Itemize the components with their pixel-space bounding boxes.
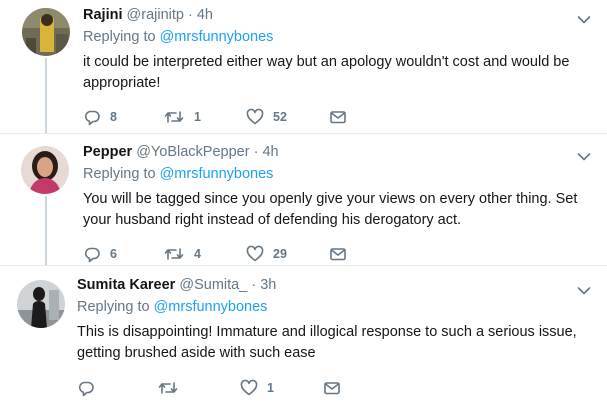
reply-button[interactable] xyxy=(77,378,104,398)
replying-to-label: Replying to xyxy=(83,29,156,45)
envelope-icon xyxy=(323,379,341,397)
thread-line xyxy=(45,196,47,266)
mention-link[interactable]: @mrsfunnybones xyxy=(160,166,274,182)
user-name[interactable]: Pepper xyxy=(83,144,132,160)
retweet-count: 4 xyxy=(194,247,201,261)
dm-button[interactable] xyxy=(329,107,347,127)
user-name[interactable]: Rajini xyxy=(83,7,122,23)
replying-to: Replying to @mrsfunnybones xyxy=(83,165,587,184)
envelope-icon xyxy=(329,108,347,126)
tweet-header: Sumita Kareer @Sumita_ · 3h xyxy=(77,276,587,295)
retweet-icon xyxy=(163,108,185,126)
retweet-button[interactable]: 4 xyxy=(163,244,201,264)
tweet-text: This is disappointing! Immature and illo… xyxy=(77,324,577,361)
retweet-button[interactable]: 1 xyxy=(163,107,201,127)
tweet-header: Rajini @rajinitp · 4h xyxy=(83,6,587,25)
mention-link[interactable]: @mrsfunnybones xyxy=(160,29,274,45)
tweet-text: You will be tagged since you openly give… xyxy=(83,191,578,228)
reply-icon xyxy=(83,245,101,263)
reply-icon xyxy=(83,108,101,126)
user-handle[interactable]: @rajinitp xyxy=(127,7,184,23)
like-count: 1 xyxy=(267,381,274,395)
tweet-text: it could be interpreted either way but a… xyxy=(83,54,570,91)
replying-to-label: Replying to xyxy=(77,299,150,315)
dm-button[interactable] xyxy=(323,378,341,398)
thread-line xyxy=(45,58,47,133)
heart-icon xyxy=(246,108,264,126)
avatar[interactable] xyxy=(21,146,69,194)
heart-icon xyxy=(246,245,264,263)
reply-button[interactable]: 6 xyxy=(83,244,117,264)
reply-count: 6 xyxy=(110,247,117,261)
like-count: 29 xyxy=(273,247,287,261)
separator: · xyxy=(251,277,257,293)
retweet-count: 1 xyxy=(194,110,201,124)
tweet-pepper[interactable]: Pepper @YoBlackPepper · 4h Replying to @… xyxy=(0,133,607,266)
tweet-content: Rajini @rajinitp · 4h Replying to @mrsfu… xyxy=(83,6,587,94)
tweet-content: Pepper @YoBlackPepper · 4h Replying to @… xyxy=(83,143,587,231)
retweet-icon xyxy=(163,245,185,263)
tweet-sumita-kareer[interactable]: Sumita Kareer @Sumita_ · 3h Replying to … xyxy=(0,265,607,409)
tweet-content: Sumita Kareer @Sumita_ · 3h Replying to … xyxy=(77,276,587,364)
mention-link[interactable]: @mrsfunnybones xyxy=(154,299,268,315)
like-count: 52 xyxy=(273,110,287,124)
timestamp[interactable]: 4h xyxy=(197,7,213,23)
avatar[interactable] xyxy=(17,280,65,328)
retweet-icon xyxy=(157,379,179,397)
tweet-header: Pepper @YoBlackPepper · 4h xyxy=(83,143,587,162)
reply-button[interactable]: 8 xyxy=(83,107,117,127)
chevron-down-icon[interactable] xyxy=(577,12,591,24)
heart-icon xyxy=(240,379,258,397)
timestamp[interactable]: 4h xyxy=(262,144,278,160)
like-button[interactable]: 29 xyxy=(246,244,287,264)
dm-button[interactable] xyxy=(329,244,347,264)
separator: · xyxy=(187,7,193,23)
separator: · xyxy=(253,144,259,160)
user-handle[interactable]: @Sumita_ xyxy=(179,277,247,293)
chevron-down-icon[interactable] xyxy=(577,149,591,161)
replying-to: Replying to @mrsfunnybones xyxy=(77,298,587,317)
chevron-down-icon[interactable] xyxy=(577,283,591,295)
like-button[interactable]: 1 xyxy=(240,378,274,398)
reply-icon xyxy=(77,379,95,397)
envelope-icon xyxy=(329,245,347,263)
tweet-rajini[interactable]: Rajini @rajinitp · 4h Replying to @mrsfu… xyxy=(0,0,607,133)
avatar[interactable] xyxy=(22,8,70,56)
timestamp[interactable]: 3h xyxy=(260,277,276,293)
user-handle[interactable]: @YoBlackPepper xyxy=(136,144,249,160)
reply-count: 8 xyxy=(110,110,117,124)
replying-to: Replying to @mrsfunnybones xyxy=(83,28,587,47)
user-name[interactable]: Sumita Kareer xyxy=(77,277,175,293)
replying-to-label: Replying to xyxy=(83,166,156,182)
retweet-button[interactable] xyxy=(157,378,188,398)
like-button[interactable]: 52 xyxy=(246,107,287,127)
